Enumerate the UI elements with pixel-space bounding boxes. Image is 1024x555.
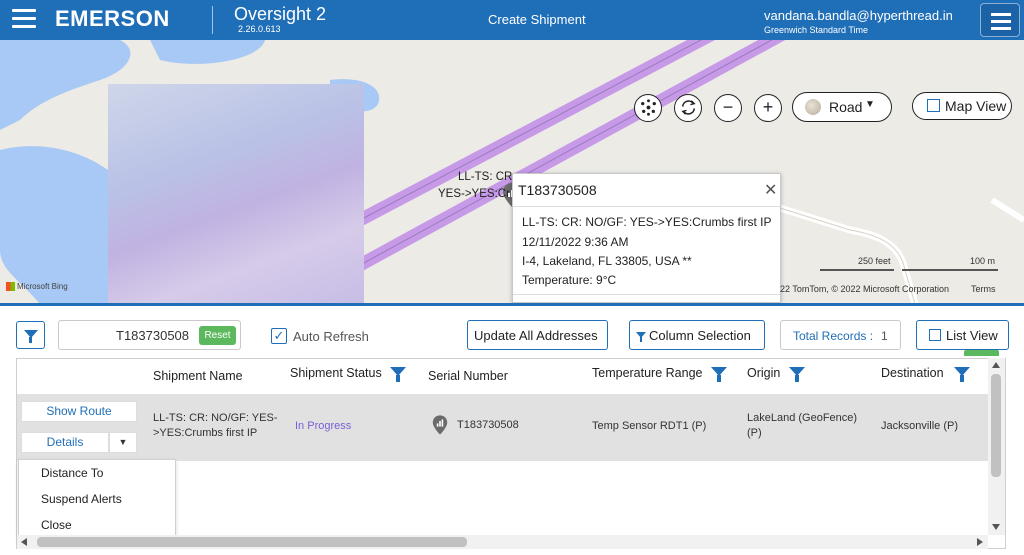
filter-toggle-button[interactable] bbox=[16, 321, 45, 349]
map-copyright: 22 TomTom, © 2022 Microsoft Corporation bbox=[780, 284, 950, 294]
total-records: Total Records : 1 bbox=[780, 320, 901, 350]
main-menu-button[interactable] bbox=[980, 3, 1020, 37]
auto-refresh-checkbox[interactable]: ✓ bbox=[271, 328, 287, 344]
obscured-map-region bbox=[108, 84, 364, 304]
cell-origin: LakeLand (GeoFence) (P) bbox=[747, 412, 858, 439]
column-selection-button[interactable]: Column Selection bbox=[629, 320, 765, 350]
map-canvas[interactable]: − + Road ▼ Map View LL-TS: CR YES->YES:C… bbox=[0, 40, 1024, 304]
reset-button[interactable]: Reset bbox=[199, 326, 236, 345]
brand-logo: EMERSON bbox=[55, 6, 170, 31]
marker-label-line2: YES->YES:Cr bbox=[438, 188, 510, 200]
update-all-addresses-label: Update All Addresses bbox=[474, 328, 598, 343]
top-bar: EMERSON Oversight 2 2.26.0.613 Create Sh… bbox=[0, 0, 1024, 40]
menu-item-close[interactable]: Close bbox=[41, 518, 72, 532]
update-all-addresses-button[interactable]: Update All Addresses bbox=[467, 320, 608, 350]
serial-search-input[interactable]: T183730508 Reset bbox=[58, 320, 241, 350]
map-grid-splitter[interactable] bbox=[0, 303, 1024, 306]
column-header-serial-number[interactable]: Serial Number bbox=[428, 369, 508, 383]
filter-icon[interactable] bbox=[954, 367, 970, 383]
zoom-in-button[interactable]: + bbox=[754, 94, 782, 122]
scroll-thumb[interactable] bbox=[37, 537, 467, 547]
column-header-temperature-range[interactable]: Temperature Range bbox=[592, 366, 702, 380]
cell-destination: Jacksonville (P) bbox=[881, 420, 959, 432]
column-header-shipment-status[interactable]: Shipment Status bbox=[290, 366, 382, 380]
popup-shipment-name: LL-TS: CR: NO/GF: YES->YES:Crumbs first … bbox=[522, 215, 772, 229]
cell-temperature-range: Temp Sensor RDT1 (P) bbox=[592, 420, 707, 432]
map-style-dropdown[interactable]: Road ▼ bbox=[792, 92, 892, 122]
app-name: Oversight 2 bbox=[234, 4, 327, 24]
scroll-thumb[interactable] bbox=[991, 374, 1001, 477]
microsoft-logo-icon bbox=[6, 282, 15, 292]
filter-icon[interactable] bbox=[711, 367, 727, 383]
cell-shipment-name: LL-TS: CR: NO/GF: YES->YES:Crumbs first … bbox=[153, 412, 278, 439]
auto-refresh-label: Auto Refresh bbox=[293, 329, 369, 344]
filter-icon[interactable] bbox=[390, 367, 406, 383]
search-value: T183730508 bbox=[116, 328, 190, 343]
details-button[interactable]: Details bbox=[21, 432, 109, 453]
table-row[interactable]: Show Route Details ▼ LL-TS: CR: NO/GF: Y… bbox=[17, 394, 991, 461]
map-view-label: Map View bbox=[945, 98, 1007, 114]
user-email: vandana.bandla@hyperthread.in bbox=[764, 8, 953, 23]
road-style-icon bbox=[805, 99, 821, 115]
cell-shipment-status: In Progress bbox=[295, 420, 352, 432]
scroll-down-icon[interactable] bbox=[992, 524, 1000, 530]
expand-icon bbox=[927, 99, 940, 112]
list-view-label: List View bbox=[946, 328, 998, 343]
scroll-right-icon[interactable] bbox=[977, 538, 983, 546]
popup-divider bbox=[513, 206, 780, 207]
bing-attribution: Microsoft Bing bbox=[6, 282, 68, 292]
scale-feet: 250 feet bbox=[858, 256, 891, 266]
column-selection-label: Column Selection bbox=[649, 328, 751, 343]
zoom-out-button[interactable]: − bbox=[714, 94, 742, 122]
hamburger-menu-icon[interactable] bbox=[12, 9, 36, 31]
close-icon[interactable]: ✕ bbox=[764, 180, 777, 200]
show-route-button[interactable]: Show Route bbox=[21, 401, 137, 422]
chevron-down-icon[interactable]: ▼ bbox=[109, 432, 137, 453]
menu-item-suspend-alerts[interactable]: Suspend Alerts bbox=[41, 492, 122, 506]
shipment-popup: T183730508 ✕ LL-TS: CR: NO/GF: YES->YES:… bbox=[512, 173, 781, 303]
expand-icon bbox=[929, 329, 941, 341]
user-timezone: Greenwich Standard Time bbox=[764, 25, 869, 35]
popup-divider-bottom bbox=[513, 294, 780, 295]
list-view-button[interactable]: List View bbox=[916, 320, 1009, 350]
popup-temperature: Temperature: 9°C bbox=[522, 273, 617, 287]
map-style-label: Road bbox=[829, 99, 863, 115]
cell-serial-number: T183730508 bbox=[457, 419, 519, 431]
popup-timestamp: 12/11/2022 9:36 AM bbox=[522, 235, 629, 249]
page-title: Create Shipment bbox=[488, 12, 586, 27]
panel-tab-indicator bbox=[964, 350, 999, 356]
scroll-up-icon[interactable] bbox=[992, 362, 1000, 368]
popup-title: T183730508 bbox=[518, 182, 597, 198]
map-terms-link[interactable]: Terms bbox=[971, 284, 996, 294]
filter-icon[interactable] bbox=[789, 367, 805, 383]
app-version: 2.26.0.613 bbox=[238, 24, 281, 34]
sensor-marker-icon bbox=[432, 415, 448, 435]
refresh-icon[interactable] bbox=[674, 94, 702, 122]
cluster-icon[interactable] bbox=[634, 94, 662, 122]
scale-bar-meters bbox=[902, 269, 998, 271]
grid-vertical-scrollbar[interactable] bbox=[988, 358, 1005, 535]
grid-horizontal-scrollbar[interactable] bbox=[17, 535, 988, 549]
brand-divider bbox=[212, 6, 213, 34]
details-dropdown-menu: Distance To Suspend Alerts Close bbox=[18, 459, 176, 539]
scale-bar-feet bbox=[820, 269, 894, 271]
total-records-label: Total Records : bbox=[793, 329, 874, 343]
scale-meters: 100 m bbox=[970, 256, 996, 266]
column-header-shipment-name[interactable]: Shipment Name bbox=[153, 369, 243, 383]
popup-address: I-4, Lakeland, FL 33805, USA ** bbox=[522, 254, 692, 268]
column-header-destination[interactable]: Destination bbox=[881, 366, 944, 380]
scroll-left-icon[interactable] bbox=[21, 538, 27, 546]
column-header-origin[interactable]: Origin bbox=[747, 366, 780, 380]
chevron-down-icon: ▼ bbox=[865, 99, 875, 110]
menu-item-distance-to[interactable]: Distance To bbox=[41, 466, 103, 480]
total-records-count: 1 bbox=[881, 329, 888, 343]
map-view-button[interactable]: Map View bbox=[912, 92, 1012, 120]
marker-label-line1: LL-TS: CR bbox=[458, 171, 513, 183]
